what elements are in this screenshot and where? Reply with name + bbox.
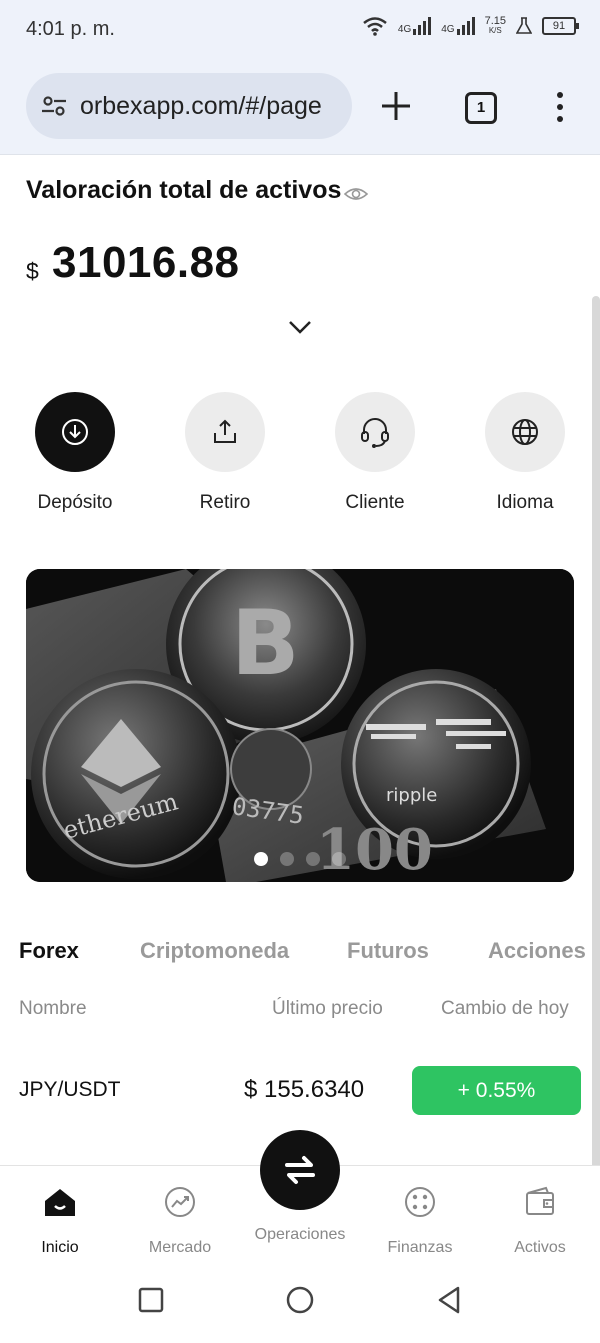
banner-bill-number: 100 <box>316 817 433 882</box>
back-icon[interactable] <box>434 1285 464 1315</box>
carousel-dot[interactable] <box>332 852 346 866</box>
home-icon <box>45 1189 75 1216</box>
status-bar: 4:01 p. m. 4G 4G 7.15 K/S 91 <box>0 0 600 60</box>
deposit-label: Depósito <box>37 492 113 513</box>
nav-operations-label: Operaciones <box>254 1226 346 1243</box>
promo-banner[interactable]: B ethereum ripple 03775 100 <box>26 569 574 882</box>
tab-stocks[interactable]: Acciones <box>488 938 586 964</box>
col-name-header: Nombre <box>19 998 87 1019</box>
net-speed-value: 7.15 <box>484 15 506 27</box>
flask-icon <box>516 17 532 34</box>
banner-ripple-text: ripple <box>386 785 437 806</box>
withdraw-button[interactable]: Retiro <box>155 392 295 514</box>
change-badge: + 0.55% <box>412 1066 581 1115</box>
system-nav-bar <box>0 1257 600 1343</box>
signal-bars-icon <box>413 17 432 35</box>
deposit-circle[interactable] <box>35 392 115 472</box>
net-speed: 7.15 K/S <box>485 16 506 36</box>
more-vert-icon[interactable] <box>552 90 568 124</box>
carousel-dots <box>26 852 574 866</box>
carousel-dot[interactable] <box>254 852 268 866</box>
status-icons: 4G 4G 7.15 K/S 91 <box>362 16 579 36</box>
customer-circle[interactable] <box>335 392 415 472</box>
upload-icon <box>214 419 236 443</box>
withdraw-circle[interactable] <box>185 392 265 472</box>
home-circle-icon[interactable] <box>285 1285 315 1315</box>
tab-crypto[interactable]: Criptomoneda <box>140 938 289 964</box>
tune-icon[interactable] <box>40 92 68 120</box>
pair-price: $ 155.6340 <box>244 1076 365 1103</box>
signal-bars-icon <box>456 17 475 35</box>
svg-text:B: B <box>231 591 300 696</box>
nav-market[interactable]: Mercado <box>120 1184 240 1257</box>
net-speed-unit: K/S <box>488 26 502 35</box>
wifi-icon <box>363 17 387 36</box>
pair-name[interactable]: JPY/USDT <box>19 1078 121 1102</box>
nav-home[interactable]: Inicio <box>0 1184 120 1257</box>
deposit-button[interactable]: Depósito <box>5 392 145 514</box>
headset-icon <box>361 418 389 448</box>
language-button[interactable]: Idioma <box>455 392 595 514</box>
nav-assets[interactable]: Activos <box>480 1184 600 1257</box>
nav-assets-label: Activos <box>514 1239 566 1256</box>
crypto-coins-image: B ethereum ripple 03775 100 <box>26 569 574 882</box>
network-type-1: 4G <box>397 24 412 35</box>
scrollbar[interactable] <box>592 296 600 1244</box>
total-amount: 31016.88 <box>52 238 240 287</box>
total-assets-title: Valoración total de activos <box>26 176 342 204</box>
url-text[interactable]: orbexapp.com/#/page <box>80 92 322 121</box>
customer-label: Cliente <box>345 492 405 513</box>
signal-1: 4G <box>397 17 432 35</box>
swap-icon <box>285 1156 315 1184</box>
carousel-dot[interactable] <box>306 852 320 866</box>
globe-icon <box>512 419 538 445</box>
currency-symbol: $ <box>26 258 39 284</box>
recent-apps-icon[interactable] <box>136 1285 166 1315</box>
operations-button[interactable] <box>260 1130 340 1210</box>
address-bar[interactable]: orbexapp.com/#/page <box>26 73 352 139</box>
battery-icon: 91 <box>542 17 579 35</box>
nav-finance[interactable]: Finanzas <box>360 1184 480 1257</box>
col-price-header: Último precio <box>272 998 383 1019</box>
nav-finance-label: Finanzas <box>387 1239 453 1256</box>
status-time: 4:01 p. m. <box>26 18 115 40</box>
browser-toolbar: orbexapp.com/#/page 1 <box>0 60 600 155</box>
signal-2: 4G <box>441 17 475 35</box>
tabs-icon[interactable]: 1 <box>465 92 497 124</box>
download-icon <box>62 419 88 445</box>
carousel-dot[interactable] <box>280 852 294 866</box>
nav-home-label: Inicio <box>41 1239 79 1256</box>
wallet-icon <box>526 1186 554 1215</box>
plus-icon[interactable] <box>378 88 414 124</box>
trend-icon <box>165 1187 195 1217</box>
customer-service-button[interactable]: Cliente <box>305 392 445 514</box>
withdraw-label: Retiro <box>199 492 251 513</box>
eye-icon[interactable] <box>344 184 368 204</box>
language-circle[interactable] <box>485 392 565 472</box>
tab-futures[interactable]: Futuros <box>347 938 429 964</box>
chevron-down-icon[interactable] <box>287 318 313 336</box>
col-change-header: Cambio de hoy <box>441 998 569 1019</box>
nav-market-label: Mercado <box>148 1239 212 1256</box>
tab-forex[interactable]: Forex <box>19 938 79 964</box>
language-label: Idioma <box>496 492 554 513</box>
network-type-2: 4G <box>441 24 455 35</box>
grid-dots-icon <box>405 1187 435 1217</box>
